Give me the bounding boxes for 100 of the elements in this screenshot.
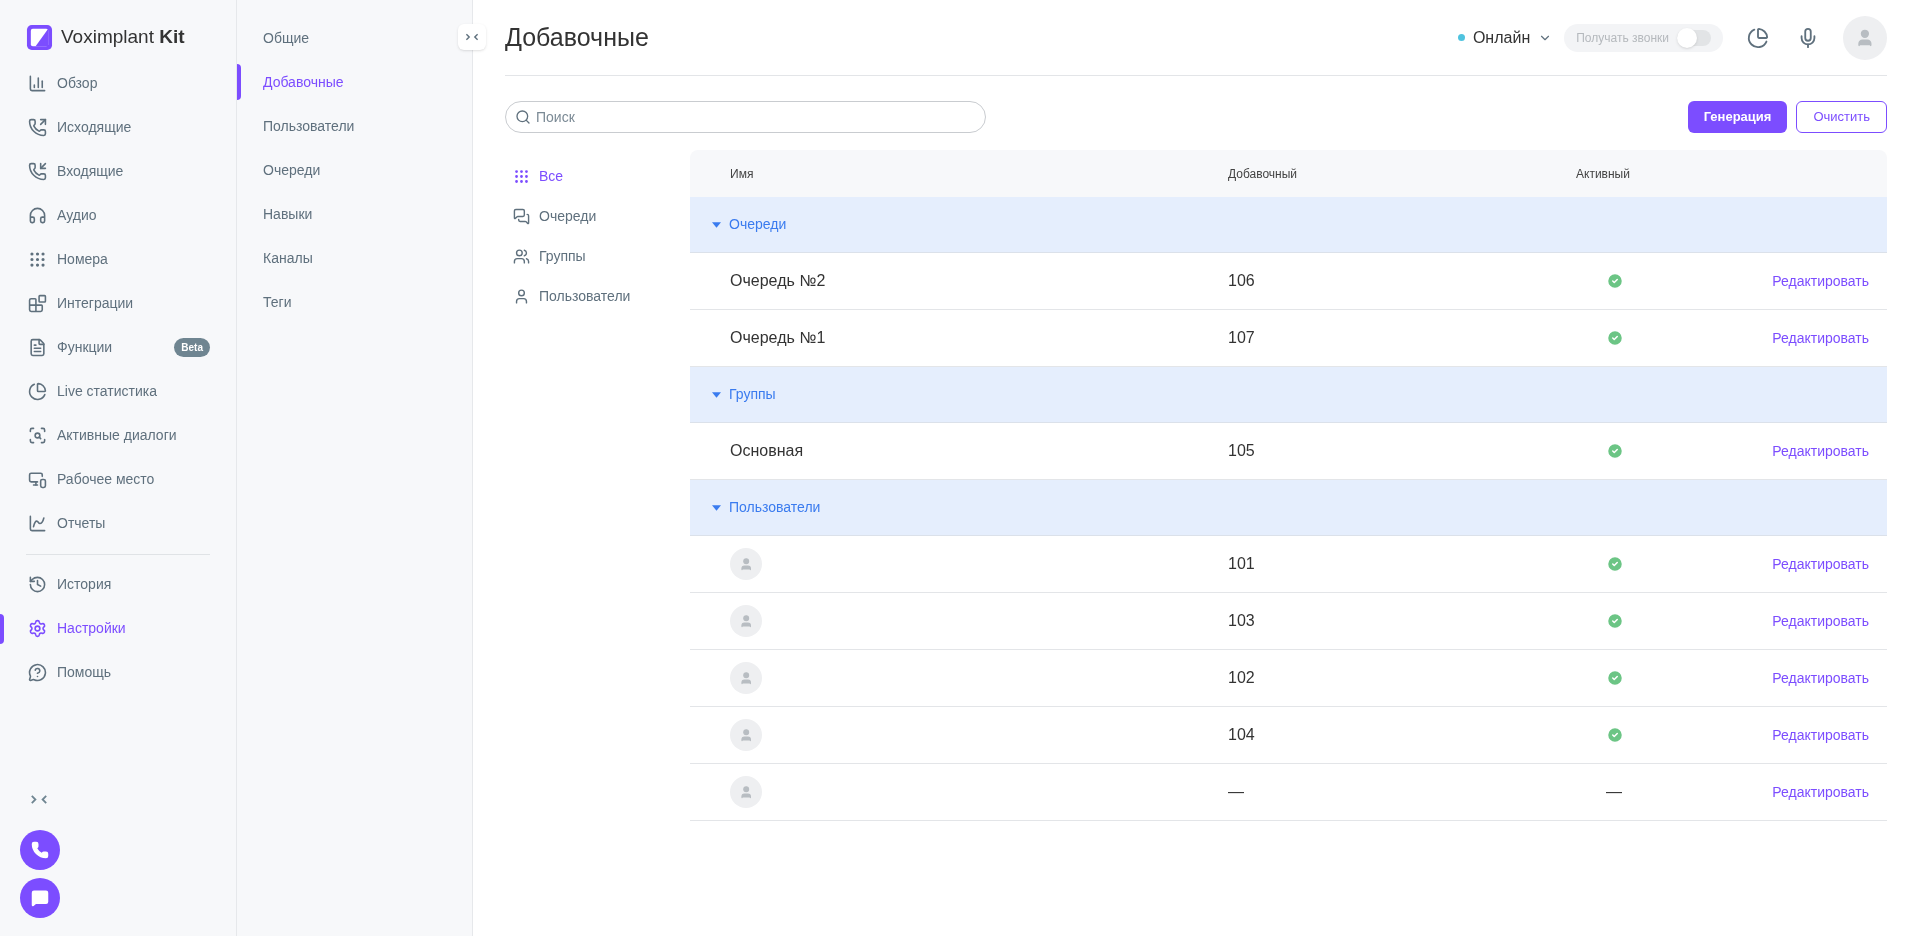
avatar-icon — [730, 605, 762, 637]
group-row[interactable]: Очереди — [690, 197, 1887, 253]
filter-item[interactable]: Пользователи — [513, 276, 631, 316]
extension-cell-text: 101 — [1228, 554, 1256, 574]
settings-nav-item[interactable]: Общие — [263, 27, 310, 49]
chat-icon — [31, 889, 49, 907]
extension-cell-text: 105 — [1228, 441, 1256, 461]
settings-nav-item[interactable]: Пользователи — [263, 115, 355, 137]
name-cell: Очередь №1 — [730, 329, 826, 346]
extension-cell-text: 107 — [1228, 328, 1256, 348]
sidebar-item[interactable]: Интеграции — [28, 293, 134, 314]
search-field[interactable]: Поиск — [505, 101, 986, 133]
extension-cell-text: — — [1228, 782, 1245, 802]
history-icon — [28, 575, 47, 594]
blocks-icon — [28, 294, 47, 313]
avatar-icon — [730, 719, 762, 751]
name-cell: Очередь №2 — [730, 272, 826, 289]
collapse-icon — [30, 795, 48, 804]
check-icon — [1606, 726, 1624, 744]
monitor-icon — [28, 470, 47, 489]
settings-nav-item[interactable]: Навыки — [263, 203, 313, 225]
edit-link[interactable]: Редактировать — [1772, 440, 1887, 462]
settings-nav-item[interactable]: Добавочные — [263, 71, 344, 93]
check-icon — [1606, 442, 1624, 460]
check-icon — [1606, 669, 1624, 687]
sidebar-item[interactable]: Активные диалоги — [28, 425, 177, 446]
sidebar-item[interactable]: Аудио — [28, 205, 97, 226]
group-row[interactable]: Группы — [690, 367, 1887, 423]
chat-button[interactable] — [20, 878, 60, 918]
sidebar-item[interactable]: Входящие — [28, 161, 124, 182]
active-cell: — — [1606, 783, 1622, 800]
phone-icon — [31, 841, 49, 859]
group-row[interactable]: Пользователи — [690, 480, 1887, 536]
sidebar-item[interactable]: Функции — [28, 337, 113, 358]
edit-link[interactable]: Редактировать — [1772, 610, 1887, 632]
sidebar-item[interactable]: Отчеты — [28, 513, 106, 534]
extension-cell-text: 102 — [1228, 668, 1256, 688]
settings-icon — [28, 619, 47, 638]
caret-icon — [712, 221, 721, 228]
generate-button[interactable]: Генерация — [1687, 101, 1788, 133]
beta-badge: Beta — [174, 338, 210, 357]
column-header: Имя — [729, 165, 755, 183]
help-icon — [28, 663, 47, 682]
pie-chart-icon[interactable] — [1747, 26, 1769, 49]
filter-item[interactable]: Группы — [513, 236, 586, 276]
document-icon — [28, 338, 47, 357]
edit-link[interactable]: Редактировать — [1772, 724, 1887, 746]
avatar-icon — [730, 776, 762, 808]
collapse-icon — [465, 33, 479, 41]
avatar-icon — [730, 548, 762, 580]
pie-chart-icon — [28, 382, 47, 401]
settings-nav-item[interactable]: Очереди — [263, 159, 321, 181]
sidebar-item[interactable]: Обзор — [28, 73, 98, 94]
line-chart-icon — [28, 514, 47, 533]
edit-link[interactable]: Редактировать — [1772, 553, 1887, 575]
column-header: Добавочный — [1228, 165, 1299, 183]
collapse-panel-button[interactable] — [458, 24, 486, 50]
softphone-button[interactable] — [20, 830, 60, 870]
bar-chart-icon — [28, 74, 47, 93]
edit-link[interactable]: Редактировать — [1772, 667, 1887, 689]
sidebar-item[interactable]: Исходящие — [28, 117, 132, 138]
sidebar-item[interactable]: История — [28, 574, 112, 595]
sidebar-item[interactable]: Номера — [28, 249, 108, 270]
check-icon — [1606, 555, 1624, 573]
extension-cell-text: 104 — [1228, 725, 1256, 745]
settings-nav-item[interactable]: Каналы — [263, 247, 313, 269]
dialpad-icon — [28, 250, 47, 269]
check-icon — [1606, 272, 1624, 290]
dialpad-icon — [513, 167, 530, 185]
edit-link[interactable]: Редактировать — [1772, 781, 1887, 803]
sidebar-item[interactable]: Рабочее место — [28, 469, 155, 490]
extension-cell-text: 103 — [1228, 611, 1256, 631]
headphones-icon — [28, 206, 47, 225]
avatar-icon — [1843, 15, 1887, 60]
filter-item[interactable]: Очереди — [513, 196, 597, 236]
name-cell: Основная — [730, 442, 804, 459]
chat-bubbles-icon — [513, 207, 530, 225]
outgoing-call-icon — [28, 118, 47, 137]
incoming-call-icon — [28, 162, 47, 181]
edit-link[interactable]: Редактировать — [1772, 327, 1887, 349]
settings-nav-item[interactable]: Теги — [263, 291, 292, 313]
status-dropdown[interactable]: Онлайн — [1457, 25, 1553, 50]
column-header: Активный — [1576, 165, 1631, 183]
sidebar-item[interactable]: Помощь — [28, 662, 112, 683]
user-icon — [513, 287, 530, 305]
logo-icon — [26, 23, 53, 51]
brand-name: Voximplant Kit — [61, 25, 185, 49]
sidebar-item[interactable]: Live статистика — [28, 381, 157, 402]
sidebar-item[interactable]: Настройки — [28, 618, 126, 639]
collapse-button[interactable] — [30, 795, 48, 804]
users-icon — [513, 247, 530, 265]
extension-cell-text: 106 — [1228, 271, 1256, 291]
page-title: Добавочные — [505, 21, 649, 53]
caret-icon — [712, 504, 721, 511]
check-icon — [1606, 612, 1624, 630]
filter-item[interactable]: Все — [513, 156, 564, 196]
edit-link[interactable]: Редактировать — [1772, 270, 1887, 292]
clear-button[interactable]: Очистить — [1796, 101, 1887, 133]
search-screen-icon — [28, 426, 47, 445]
avatar-icon — [730, 662, 762, 694]
